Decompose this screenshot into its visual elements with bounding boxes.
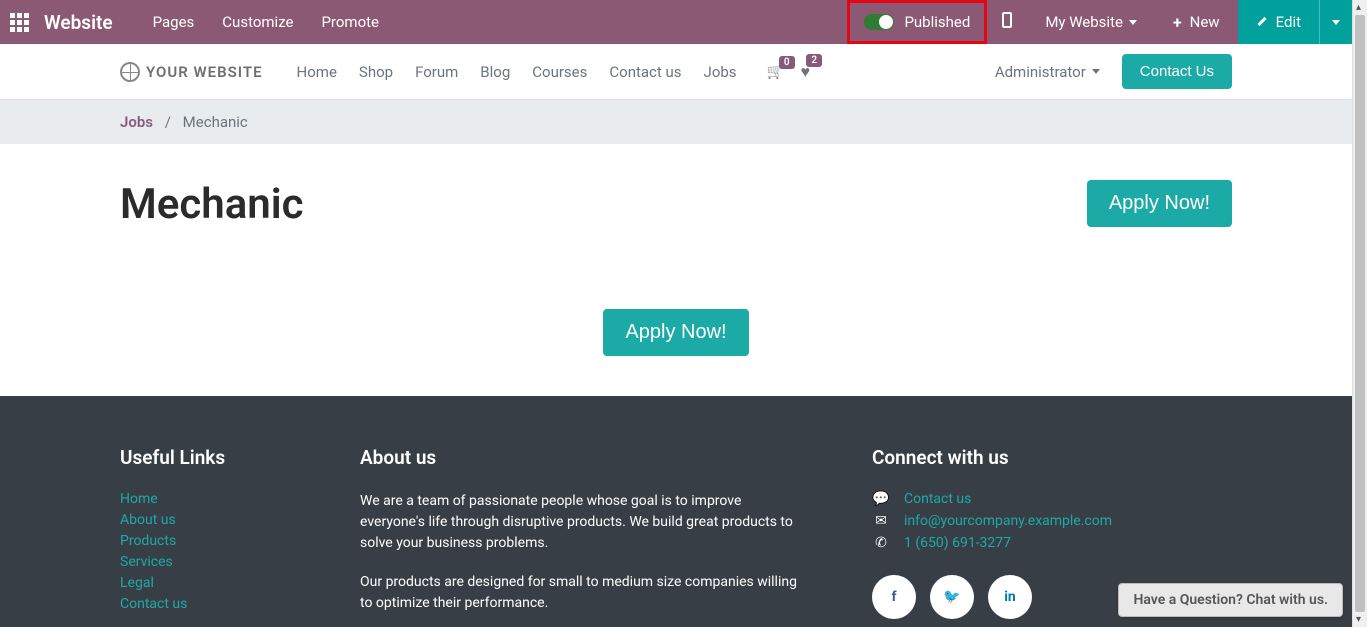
- brand-label[interactable]: Website: [44, 11, 113, 34]
- edit-label: Edit: [1276, 13, 1301, 31]
- twitter-button[interactable]: 🐦: [930, 575, 974, 619]
- about-column: About us We are a team of passionate peo…: [360, 446, 800, 627]
- admin-right: Published My Website + New Edit: [847, 0, 1352, 44]
- publish-toggle-area: Published: [847, 0, 987, 44]
- connect-title: Connect with us: [872, 446, 1232, 469]
- chevron-down-icon: [1129, 20, 1137, 25]
- admin-menu-pages[interactable]: Pages: [153, 13, 195, 31]
- apps-icon[interactable]: [10, 13, 30, 32]
- cart-badge: 0: [779, 56, 795, 69]
- edit-dropdown-toggle[interactable]: [1319, 0, 1352, 44]
- nav-shop[interactable]: Shop: [359, 63, 393, 81]
- footer-columns: Useful Links Home About us Products Serv…: [120, 446, 1232, 627]
- useful-links-column: Useful Links Home About us Products Serv…: [120, 446, 290, 627]
- apply-now-top-button[interactable]: Apply Now!: [1087, 180, 1232, 227]
- logo-text: YOUR WEBSITE: [146, 63, 263, 81]
- my-website-label: My Website: [1045, 13, 1123, 31]
- connect-phone: ✆ 1 (650) 691-3277: [872, 535, 1232, 551]
- title-row: Mechanic Apply Now!: [120, 180, 1232, 229]
- cart-button[interactable]: 0: [767, 64, 783, 80]
- breadcrumb: Jobs / Mechanic: [0, 100, 1352, 144]
- footer-link-about[interactable]: About us: [120, 512, 290, 528]
- user-dropdown[interactable]: Administrator: [995, 63, 1100, 81]
- nav-contact[interactable]: Contact us: [609, 63, 681, 81]
- admin-top-bar: Website Pages Customize Promote Publishe…: [0, 0, 1352, 44]
- phone-icon: ✆: [872, 535, 890, 551]
- contact-us-button[interactable]: Contact Us: [1122, 54, 1232, 89]
- edit-button-group: Edit: [1238, 0, 1352, 44]
- admin-menu-promote[interactable]: Promote: [321, 13, 379, 31]
- about-paragraph-2: Our products are designed for small to m…: [360, 572, 800, 614]
- linkedin-button[interactable]: in: [988, 575, 1032, 619]
- connect-email: ✉ info@yourcompany.example.com: [872, 513, 1232, 529]
- page-title: Mechanic: [120, 180, 304, 229]
- plus-icon: +: [1173, 13, 1182, 32]
- admin-menu-customize[interactable]: Customize: [222, 13, 293, 31]
- envelope-icon: ✉: [872, 513, 890, 529]
- scroll-up-icon: ▴: [1356, 2, 1361, 13]
- footer-link-services[interactable]: Services: [120, 554, 290, 570]
- linkedin-icon: in: [1004, 589, 1016, 605]
- new-label: New: [1190, 13, 1220, 31]
- wishlist-button[interactable]: 2: [801, 62, 811, 82]
- vertical-scrollbar[interactable]: ▴ ▾: [1352, 0, 1367, 627]
- apply-center: Apply Now!: [120, 309, 1232, 356]
- new-button[interactable]: + New: [1155, 13, 1238, 32]
- wishlist-badge: 2: [806, 54, 822, 67]
- facebook-button[interactable]: f: [872, 575, 916, 619]
- nav-right: Administrator Contact Us: [995, 54, 1232, 89]
- facebook-icon: f: [891, 589, 896, 605]
- about-paragraph-1: We are a team of passionate people whose…: [360, 491, 800, 554]
- chevron-down-icon: [1332, 20, 1340, 25]
- globe-icon: [120, 62, 140, 82]
- footer-link-home[interactable]: Home: [120, 491, 290, 507]
- breadcrumb-root[interactable]: Jobs: [120, 113, 153, 131]
- breadcrumb-current: Mechanic: [183, 113, 248, 131]
- footer-link-legal[interactable]: Legal: [120, 575, 290, 591]
- chevron-down-icon: [1092, 69, 1100, 74]
- published-toggle[interactable]: [864, 14, 894, 30]
- site-nav: YOUR WEBSITE Home Shop Forum Blog Course…: [0, 44, 1352, 100]
- heart-icon: [801, 65, 811, 81]
- nav-icons: 0 2: [767, 62, 811, 82]
- apply-now-center-button[interactable]: Apply Now!: [603, 309, 748, 356]
- my-website-dropdown[interactable]: My Website: [1027, 13, 1155, 31]
- main-content: Mechanic Apply Now! Apply Now!: [0, 144, 1352, 396]
- nav-forum[interactable]: Forum: [415, 63, 458, 81]
- edit-button[interactable]: Edit: [1238, 0, 1319, 44]
- chat-icon: 💬: [872, 491, 890, 507]
- connect-phone-link[interactable]: 1 (650) 691-3277: [904, 535, 1011, 551]
- scroll-down-icon: ▾: [1356, 614, 1361, 625]
- admin-menu: Pages Customize Promote: [153, 13, 379, 31]
- footer-link-products[interactable]: Products: [120, 533, 290, 549]
- nav-links: Home Shop Forum Blog Courses Contact us …: [297, 63, 737, 81]
- published-label: Published: [904, 13, 970, 31]
- pencil-icon: [1256, 16, 1268, 28]
- connect-contact-link[interactable]: Contact us: [904, 491, 971, 507]
- about-title: About us: [360, 446, 800, 469]
- chat-widget[interactable]: Have a Question? Chat with us.: [1118, 583, 1343, 617]
- connect-email-link[interactable]: info@yourcompany.example.com: [904, 513, 1112, 529]
- site-logo[interactable]: YOUR WEBSITE: [120, 62, 263, 82]
- user-label: Administrator: [995, 63, 1086, 81]
- footer-link-contact[interactable]: Contact us: [120, 596, 290, 612]
- nav-courses[interactable]: Courses: [532, 63, 587, 81]
- nav-home[interactable]: Home: [297, 63, 337, 81]
- useful-links-title: Useful Links: [120, 446, 290, 469]
- breadcrumb-separator: /: [165, 113, 171, 131]
- twitter-icon: 🐦: [943, 589, 960, 605]
- connect-contact: 💬 Contact us: [872, 491, 1232, 507]
- mobile-preview-icon[interactable]: [987, 12, 1027, 32]
- nav-blog[interactable]: Blog: [480, 63, 510, 81]
- nav-jobs[interactable]: Jobs: [704, 63, 737, 81]
